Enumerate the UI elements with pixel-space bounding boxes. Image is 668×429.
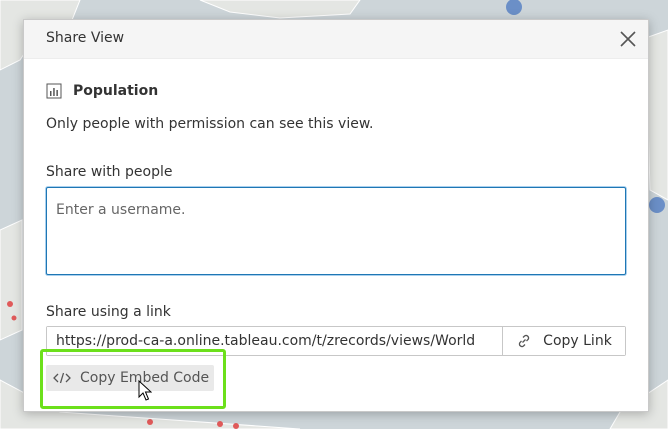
code-icon — [53, 372, 71, 384]
username-input[interactable] — [46, 187, 626, 275]
permission-note: Only people with permission can see this… — [46, 116, 374, 132]
bar-chart-icon — [46, 83, 62, 99]
map-dot — [7, 301, 13, 307]
dialog-title: Share View — [46, 30, 125, 46]
share-view-dialog: Share View Population Only people with p… — [23, 19, 649, 412]
map-dot — [217, 421, 223, 427]
share-with-people-label: Share with people — [46, 164, 173, 180]
map-dot — [147, 419, 153, 425]
dialog-header: Share View — [24, 20, 648, 59]
cursor-icon — [138, 380, 152, 401]
view-info: Population — [46, 82, 158, 100]
close-button[interactable] — [616, 27, 640, 51]
copy-link-label: Copy Link — [543, 333, 612, 349]
share-link-label: Share using a link — [46, 304, 171, 320]
copy-link-button[interactable]: Copy Link — [502, 327, 625, 355]
map-dot — [11, 315, 17, 321]
view-name: Population — [73, 83, 159, 99]
map-dot — [649, 197, 665, 213]
link-icon — [519, 334, 530, 348]
map-dot — [233, 423, 239, 429]
copy-embed-code-button[interactable]: Copy Embed Code — [46, 365, 214, 391]
share-link-field[interactable] — [47, 327, 502, 355]
close-icon — [620, 31, 636, 47]
share-link-row: Copy Link — [46, 326, 626, 356]
